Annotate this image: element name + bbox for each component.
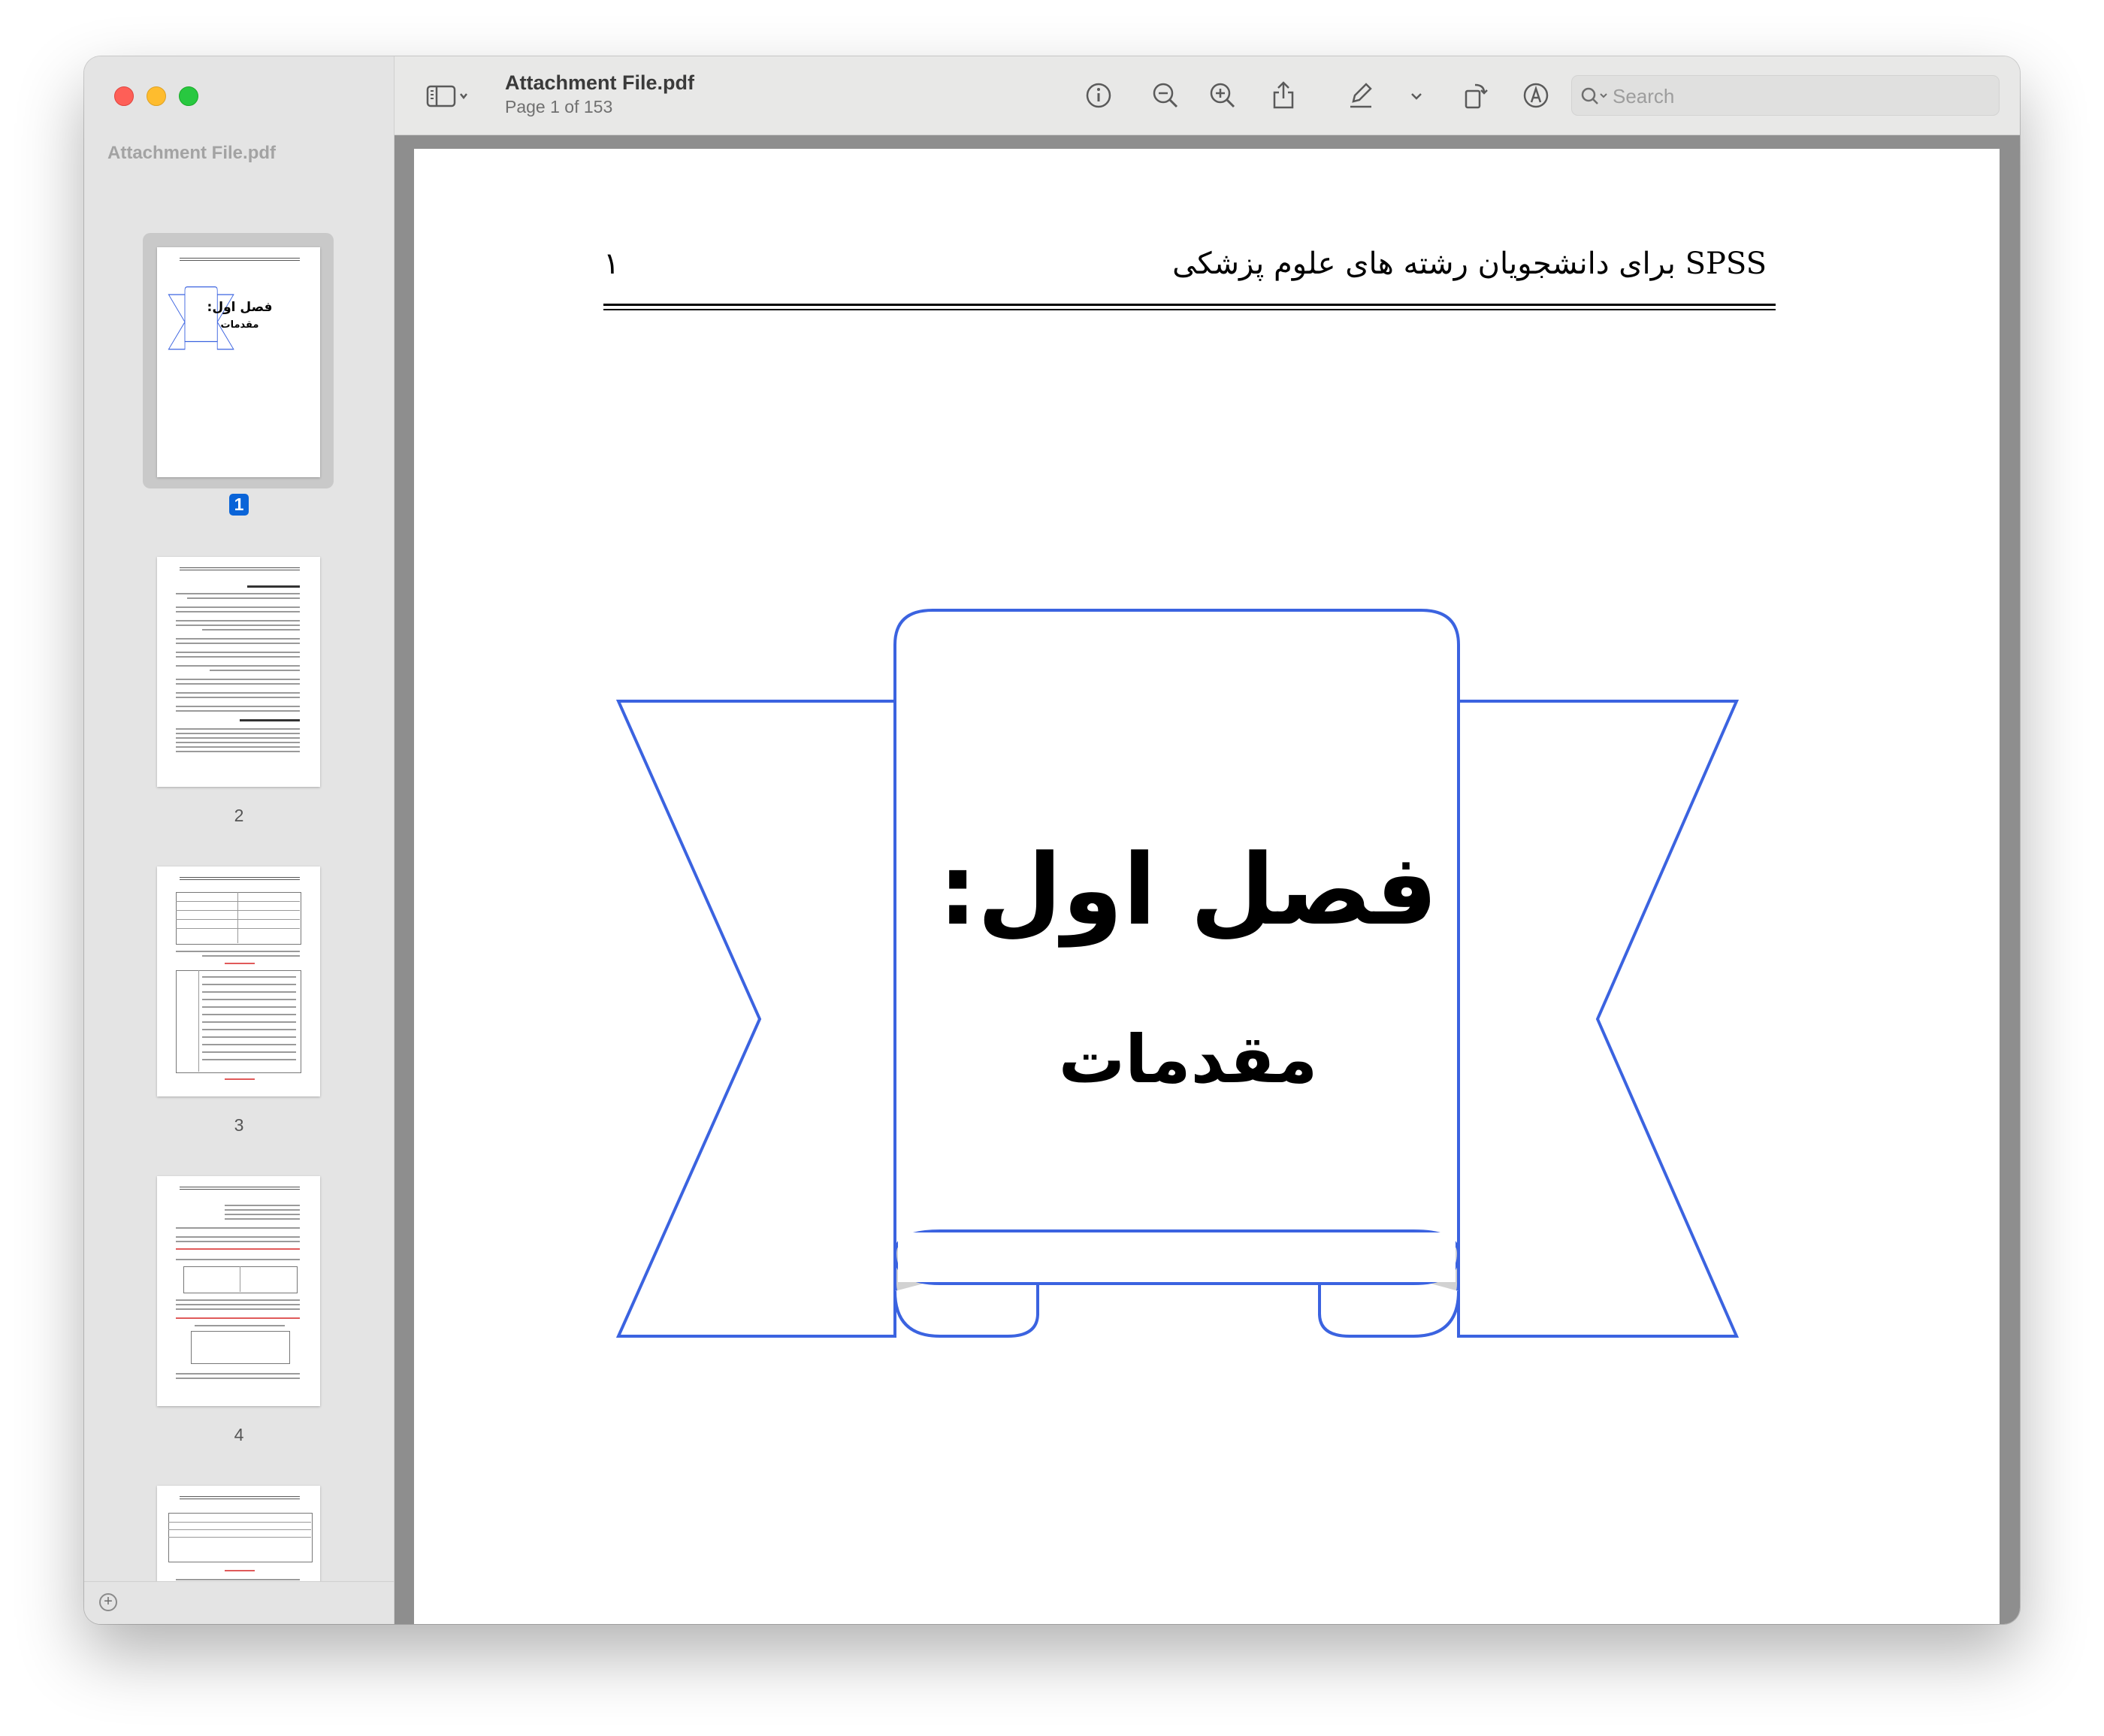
highlight-pen-icon[interactable]	[1346, 80, 1376, 110]
markup-icon[interactable]	[1521, 80, 1551, 110]
search-field[interactable]	[1571, 75, 2000, 116]
sidebar-footer: +	[84, 1581, 394, 1624]
sidebar: Attachment File.pdf فصل اول: مقدمات 1 2 …	[84, 56, 394, 1624]
search-icon	[1580, 85, 1610, 107]
zoom-button[interactable]	[179, 86, 198, 106]
thumbnail-chapter-title: فصل اول:	[207, 300, 273, 315]
pdf-page: SPSS برای دانشجویان رشته های علوم پزشکی …	[414, 149, 2000, 1624]
preview-window: Attachment File.pdf فصل اول: مقدمات 1 2 …	[84, 56, 2020, 1624]
add-page-icon[interactable]: +	[99, 1593, 117, 1611]
thumbnail-chapter-subtitle: مقدمات	[220, 319, 259, 331]
thumbnail-banner-graphic	[168, 286, 234, 350]
rotate-icon[interactable]	[1460, 80, 1490, 110]
thumbnail-page-2[interactable]	[157, 557, 320, 787]
thumbnail-page-1[interactable]: فصل اول: مقدمات	[157, 247, 320, 477]
chapter-subtitle: مقدمات	[1058, 1021, 1318, 1098]
thumbnail-list[interactable]: فصل اول: مقدمات 1 2 3 4	[84, 177, 394, 1593]
thumbnail-page-number: 3	[234, 1115, 244, 1135]
window-controls	[114, 86, 198, 106]
info-icon[interactable]	[1084, 80, 1114, 110]
thumbnail-page-5[interactable]	[157, 1486, 320, 1593]
thumbnail-page-4[interactable]	[157, 1176, 320, 1406]
thumbnail-page-number: 4	[234, 1425, 244, 1444]
page-status: Page 1 of 153	[505, 97, 613, 116]
thumbnail-page-number: 1	[84, 494, 394, 516]
search-input[interactable]	[1611, 83, 1982, 109]
document-title: Attachment File.pdf	[505, 71, 695, 94]
minimize-button[interactable]	[147, 86, 166, 106]
thumbnail-page-3[interactable]	[157, 866, 320, 1096]
toolbar: Attachment File.pdf Page 1 of 153	[394, 56, 2020, 135]
sidebar-title: Attachment File.pdf	[107, 143, 277, 163]
document-viewer[interactable]: SPSS برای دانشجویان رشته های علوم پزشکی …	[394, 135, 2020, 1624]
zoom-in-icon[interactable]	[1208, 80, 1238, 110]
chapter-title: فصل اول:	[938, 833, 1438, 947]
thumbnail-page-number: 2	[234, 806, 244, 825]
close-button[interactable]	[114, 86, 134, 106]
sidebar-toggle-icon[interactable]	[425, 80, 470, 110]
zoom-out-icon[interactable]	[1150, 80, 1180, 110]
share-icon[interactable]	[1268, 80, 1298, 110]
chevron-down-icon[interactable]	[1407, 80, 1425, 110]
